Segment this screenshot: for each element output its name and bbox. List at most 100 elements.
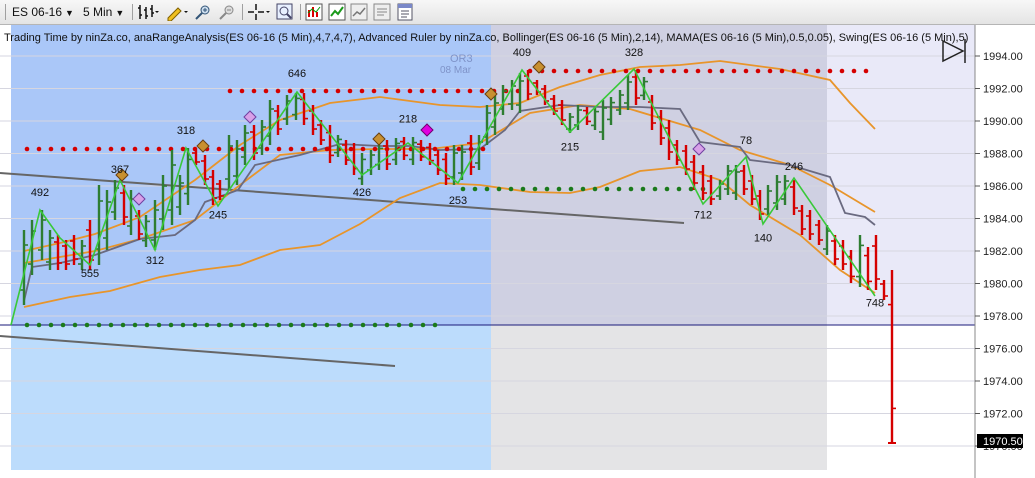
- range-dot: [719, 68, 725, 74]
- range-dot: [288, 322, 294, 328]
- range-dot: [96, 322, 102, 328]
- range-dot: [604, 186, 610, 192]
- range-dot: [324, 146, 330, 152]
- strategies-icon[interactable]: [328, 3, 346, 21]
- zoom-out-icon[interactable]: [218, 3, 236, 21]
- chart-indicator-header: Trading Time by ninZa.co, anaRangeAnalys…: [4, 32, 968, 44]
- swing-label: 78: [740, 135, 752, 147]
- range-dot: [420, 322, 426, 328]
- range-dot: [791, 68, 797, 74]
- range-dot: [60, 322, 66, 328]
- range-dot: [299, 88, 305, 94]
- range-dot: [371, 88, 377, 94]
- range-dot: [24, 322, 30, 328]
- range-dot: [72, 322, 78, 328]
- range-dot: [227, 88, 233, 94]
- chart-style-icon[interactable]: [350, 3, 368, 21]
- range-dot: [827, 68, 833, 74]
- range-dot: [496, 186, 502, 192]
- properties-icon[interactable]: [396, 3, 414, 21]
- range-dot: [803, 68, 809, 74]
- range-zone-right: [827, 25, 975, 325]
- instrument-selector[interactable]: ES 06-16 ▼: [12, 3, 74, 21]
- axis-tick-label: 1984.00: [983, 214, 1023, 226]
- axis-tick-label: 1994.00: [983, 51, 1023, 63]
- range-dot: [156, 146, 162, 152]
- chevron-down-icon: ▼: [115, 8, 125, 18]
- range-dot: [180, 322, 186, 328]
- range-dot: [731, 68, 737, 74]
- range-dot: [479, 88, 485, 94]
- range-dot: [263, 88, 269, 94]
- range-dot: [460, 186, 466, 192]
- swing-label: 218: [399, 114, 417, 126]
- drawing-tools-icon[interactable]: [165, 3, 188, 22]
- range-dot: [132, 322, 138, 328]
- swing-label: 140: [754, 232, 772, 244]
- range-dot: [395, 88, 401, 94]
- range-dot: [132, 146, 138, 152]
- price-chart[interactable]: 492 367 318 646 218 409 328 555 312 245 426 253 215 7…: [0, 25, 1035, 478]
- range-dot: [647, 68, 653, 74]
- range-dot: [300, 322, 306, 328]
- range-dot: [48, 322, 54, 328]
- swing-label: 409: [513, 47, 531, 59]
- range-dot: [252, 322, 258, 328]
- range-dot: [683, 68, 689, 74]
- interval-selector[interactable]: 5 Min ▼: [83, 3, 124, 21]
- swing-label: 245: [209, 210, 227, 222]
- range-dot: [815, 68, 821, 74]
- range-dot: [144, 146, 150, 152]
- range-dot: [239, 88, 245, 94]
- range-dot: [676, 186, 682, 192]
- bar-type-icon[interactable]: [137, 3, 159, 21]
- toolbar-separator: [242, 4, 243, 20]
- range-dot: [467, 88, 473, 94]
- swing-label: 215: [561, 141, 579, 153]
- range-dot: [251, 88, 257, 94]
- range-dot: [335, 88, 341, 94]
- range-dot: [348, 322, 354, 328]
- range-dot: [863, 68, 869, 74]
- range-dot: [384, 322, 390, 328]
- range-zone-lightgray: [491, 325, 827, 470]
- range-dot: [408, 322, 414, 328]
- range-dot: [551, 68, 557, 74]
- range-dot: [419, 88, 425, 94]
- swing-label: 318: [177, 125, 195, 137]
- range-dot: [216, 322, 222, 328]
- chart-properties-icon[interactable]: [373, 3, 391, 21]
- swing-label: 555: [81, 268, 99, 280]
- range-dot: [264, 146, 270, 152]
- toolbar-separator: [132, 4, 133, 20]
- range-dot: [336, 322, 342, 328]
- indicators-icon[interactable]: [305, 3, 323, 21]
- swing-label: 426: [353, 187, 371, 199]
- range-dot: [192, 322, 198, 328]
- range-dot: [60, 146, 66, 152]
- range-dot: [587, 68, 593, 74]
- chart-toolbar: ES 06-16 ▼ 5 Min ▼: [0, 0, 1035, 25]
- range-dot: [432, 322, 438, 328]
- swing-label: 312: [146, 255, 164, 267]
- range-dot: [640, 186, 646, 192]
- range-dot: [36, 322, 42, 328]
- range-dot: [839, 68, 845, 74]
- data-box-icon[interactable]: [276, 3, 294, 21]
- axis-tick-label: 1986.00: [983, 181, 1023, 193]
- swing-label: 646: [288, 68, 306, 80]
- range-dot: [480, 146, 486, 152]
- range-dot: [396, 322, 402, 328]
- range-dot: [508, 186, 514, 192]
- zoom-in-icon[interactable]: [194, 3, 212, 21]
- toolbar-grip: [5, 4, 6, 20]
- range-dot: [276, 322, 282, 328]
- range-dot: [359, 88, 365, 94]
- range-dot: [688, 186, 694, 192]
- axis-tick-label: 1990.00: [983, 116, 1023, 128]
- chevron-down-icon: ▼: [65, 8, 74, 18]
- crosshair-icon[interactable]: [247, 3, 270, 21]
- range-dot: [120, 146, 126, 152]
- range-dot: [431, 88, 437, 94]
- range-dot: [851, 68, 857, 74]
